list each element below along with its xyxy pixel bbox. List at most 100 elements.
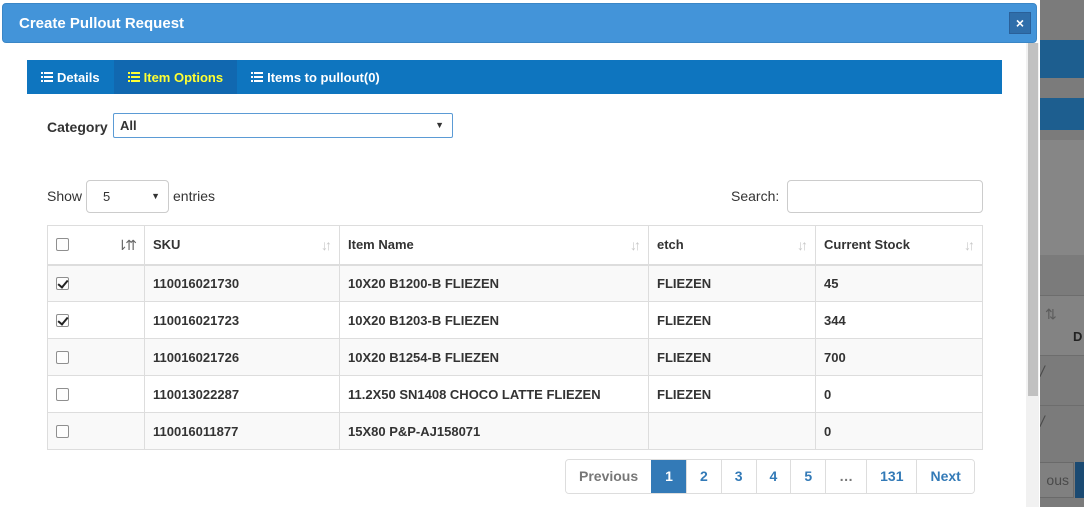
tab-label: Items to pullout(0) [267,69,380,85]
select-all-checkbox[interactable] [56,238,69,252]
background-bar [1040,98,1084,130]
sku-cell: 110016021723 [144,301,340,339]
column-header-etch[interactable]: etch ↓↑ [648,225,816,266]
row-checkbox[interactable] [56,350,69,364]
current-stock-cell: 344 [815,301,983,339]
sort-icon: ⇅ [1045,306,1057,322]
column-header-sku[interactable]: SKU ↓↑ [144,225,340,266]
column-label: Item Name [348,237,414,253]
item-name-cell: 10X20 B1200-B FLIEZEN [339,264,649,302]
column-label: etch [657,237,684,253]
modal-header: Create Pullout Request × [2,3,1037,43]
page-button-131[interactable]: 131 [866,460,917,493]
row-select-cell[interactable] [47,375,145,413]
tab-label: Item Options [143,69,224,85]
show-label: Show [47,188,83,204]
background-panel [1040,140,1084,255]
row-checkbox[interactable] [56,313,69,327]
current-stock-cell: 0 [815,412,983,450]
sku-cell: 110013022287 [144,375,340,413]
tab-bar: Details Item Options Items to pullout(0) [27,60,1002,94]
page-button-4[interactable]: 4 [755,460,791,493]
create-pullout-modal: Create Pullout Request × Details Item Op… [0,0,1040,507]
entries-label: entries [173,188,216,204]
table-row[interactable]: 110016021730 10X20 B1200-B FLIEZEN FLIEZEN… [47,264,983,302]
column-label: SKU [153,237,181,253]
item-name-cell: 15X80 P&P-AJ158071 [339,412,649,450]
list-icon [127,72,140,82]
sort-icon: ↓↑ [797,237,808,253]
column-header-current-stock[interactable]: Current Stock ↓↑ [815,225,983,266]
sort-asc-icon[interactable]: ⇂⇈ [117,237,138,254]
table-row[interactable]: 110016021723 10X20 B1203-B FLIEZEN FLIEZEN… [47,301,983,339]
etch-cell: FLIEZEN [648,338,816,376]
row-select-cell[interactable] [47,264,145,302]
etch-cell [648,412,816,450]
table-row[interactable]: 110016011877 15X80 P&P-AJ158071 0 [47,412,983,450]
row-checkbox[interactable] [56,276,69,290]
modal-title: Create Pullout Request [19,15,185,32]
previous-button[interactable]: Previous [566,460,652,493]
row-checkbox[interactable] [56,424,69,438]
scrollbar-thumb[interactable] [1028,43,1038,396]
select-all-header[interactable]: ⇂⇈ [47,225,145,266]
search-input[interactable] [787,180,983,213]
sku-cell: 110016021730 [144,264,340,302]
entries-select[interactable]: 5 ▼ [86,180,169,213]
category-select[interactable]: All ▼ [113,113,453,138]
background-page: ⇅ D / / ous [1034,0,1084,507]
column-label: Current Stock [824,237,910,253]
etch-cell: FLIEZEN [648,264,816,302]
page-button-3[interactable]: 3 [720,460,756,493]
background-column-label: D [1073,329,1083,344]
modal-scrollbar[interactable] [1026,43,1039,507]
background-row: / [1040,405,1084,443]
sort-icon: ↓↑ [630,237,641,253]
etch-cell: FLIEZEN [648,301,816,339]
items-table: ⇂⇈ SKU ↓↑ Item Name ↓↑ etch ↓↑ Current S… [47,225,983,450]
sku-cell: 110016011877 [144,412,340,450]
tab-details[interactable]: Details [27,60,114,94]
entries-selected-value: 5 [103,189,111,204]
background-row: / [1040,355,1084,393]
caret-down-icon: ▼ [151,191,160,201]
tab-label: Details [57,69,100,85]
background-pager: ous [1034,462,1084,498]
page-button-1[interactable]: 1 [651,460,686,493]
caret-down-icon: ▼ [435,120,444,130]
background-table-header: ⇅ D [1040,295,1084,355]
sort-icon: ↓↑ [964,237,975,253]
column-header-item-name[interactable]: Item Name ↓↑ [339,225,649,266]
sort-icon: ↓↑ [321,237,332,253]
item-name-cell: 10X20 B1203-B FLIEZEN [339,301,649,339]
pagination-ellipsis: … [825,460,867,493]
row-select-cell[interactable] [47,338,145,376]
current-stock-cell: 0 [815,375,983,413]
list-icon [251,72,264,82]
table-row[interactable]: 110016021726 10X20 B1254-B FLIEZEN FLIEZEN… [47,338,983,376]
background-bar [1040,40,1084,78]
page-button-5[interactable]: 5 [790,460,826,493]
row-checkbox[interactable] [56,387,69,401]
category-selected-value: All [120,118,137,133]
list-icon [41,72,53,82]
pagination: Previous 1 2 3 4 5… 131 Next [565,459,975,494]
item-name-cell: 11.2X50 SN1408 CHOCO LATTE FLIEZEN [339,375,649,413]
table-row[interactable]: 110013022287 11.2X50 SN1408 CHOCO LATTE F… [47,375,983,413]
category-label: Category [47,119,108,135]
background-pager-current [1075,462,1084,498]
next-button[interactable]: Next [916,460,974,493]
close-button[interactable]: × [1009,12,1031,34]
tab-item-options[interactable]: Item Options [113,60,238,94]
search-label: Search: [731,188,780,204]
background-pager-prev: ous [1034,462,1074,498]
row-select-cell[interactable] [47,412,145,450]
current-stock-cell: 45 [815,264,983,302]
tab-items-to-pullout[interactable]: Items to pullout(0) [237,60,394,94]
page-button-2[interactable]: 2 [685,460,721,493]
row-select-cell[interactable] [47,301,145,339]
sku-cell: 110016021726 [144,338,340,376]
item-name-cell: 10X20 B1254-B FLIEZEN [339,338,649,376]
etch-cell: FLIEZEN [648,375,816,413]
table-header-row: ⇂⇈ SKU ↓↑ Item Name ↓↑ etch ↓↑ Current S… [47,225,983,266]
